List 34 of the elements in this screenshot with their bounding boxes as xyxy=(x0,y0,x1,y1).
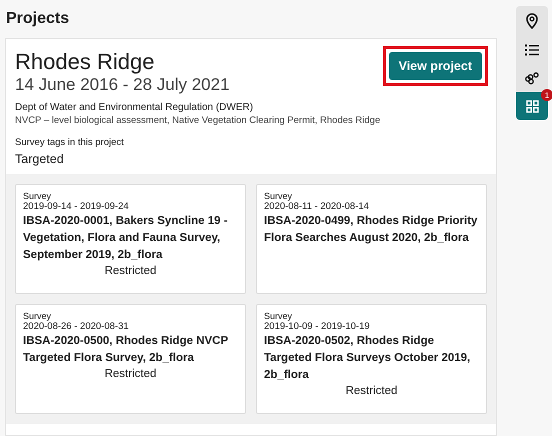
survey-type: Survey xyxy=(23,191,52,201)
flower-icon xyxy=(524,71,540,85)
survey-title: IBSA-2020-0502, Rhodes Ridge Targeted Flora Surveys October 2019, 2b_flora xyxy=(264,334,472,383)
description-text: NVCP – level biological assessment, Native Vegetation Clearing Permit, Rhodes Ridge xyxy=(15,115,380,126)
survey-dates: 2019-10-09 - 2019-10-19 xyxy=(264,321,370,332)
survey-type: Survey xyxy=(23,311,52,321)
pin-tab[interactable] xyxy=(516,6,548,36)
view-project-button[interactable]: View project xyxy=(388,52,482,80)
agency-text: Dept of Water and Environmental Regulation (DWER) xyxy=(15,102,254,113)
survey-type: Survey xyxy=(264,311,292,321)
list-icon xyxy=(525,44,539,56)
survey-card[interactable]: Survey 2020-08-26 - 2020-08-31 IBSA-2020-0500, Rhodes Ridge NVCP Targeted Flora Survey, 2b_flora Restricted xyxy=(15,304,246,414)
survey-dates: 2020-08-26 - 2020-08-31 xyxy=(23,321,129,332)
project-name: Rhodes Ridge xyxy=(15,49,156,75)
survey-card[interactable]: Survey 2020-08-11 - 2020-08-14 IBSA-2020-0499, Rhodes Ridge Priority Flora Searches August 2020, 2b_flora xyxy=(256,184,487,294)
tags-label: Survey tags in this project xyxy=(15,137,125,148)
survey-card[interactable]: Survey 2019-09-14 - 2019-09-24 IBSA-2020-0001, Bakers Syncline 19 - Vegetation, Flora and Fauna Survey, September 2019, 2b_flora Restricted xyxy=(15,184,246,294)
tag-text: Targeted xyxy=(15,152,65,166)
access-status: Restricted xyxy=(346,385,398,397)
survey-title: IBSA-2020-0500, Rhodes Ridge NVCP Targeted Flora Survey, 2b_flora xyxy=(23,334,229,366)
grid-icon xyxy=(526,100,538,112)
project-dates: 14 June 2016 - 28 July 2021 xyxy=(15,75,231,95)
survey-title: IBSA-2020-0001, Bakers Syncline 19 - Vegetation, Flora and Fauna Survey, September 2019, 2b_flora xyxy=(23,214,229,263)
survey-type: Survey xyxy=(264,191,292,201)
location-pin-icon xyxy=(525,13,539,29)
count-badge: 1 xyxy=(541,89,552,101)
access-status: Restricted xyxy=(104,265,156,277)
survey-dates: 2020-08-11 - 2020-08-14 xyxy=(264,201,369,212)
survey-card[interactable]: Survey 2019-10-09 - 2019-10-19 IBSA-2020-0502, Rhodes Ridge Targeted Flora Surveys October 2019, 2b_flora Restricted xyxy=(256,304,487,414)
survey-dates: 2019-09-14 - 2019-09-24 xyxy=(23,201,129,212)
flora-tab[interactable] xyxy=(516,64,548,92)
survey-title: IBSA-2020-0499, Rhodes Ridge Priority Flora Searches August 2020, 2b_flora xyxy=(264,214,478,246)
page-title: Projects xyxy=(5,9,70,29)
access-status: Restricted xyxy=(104,368,156,380)
